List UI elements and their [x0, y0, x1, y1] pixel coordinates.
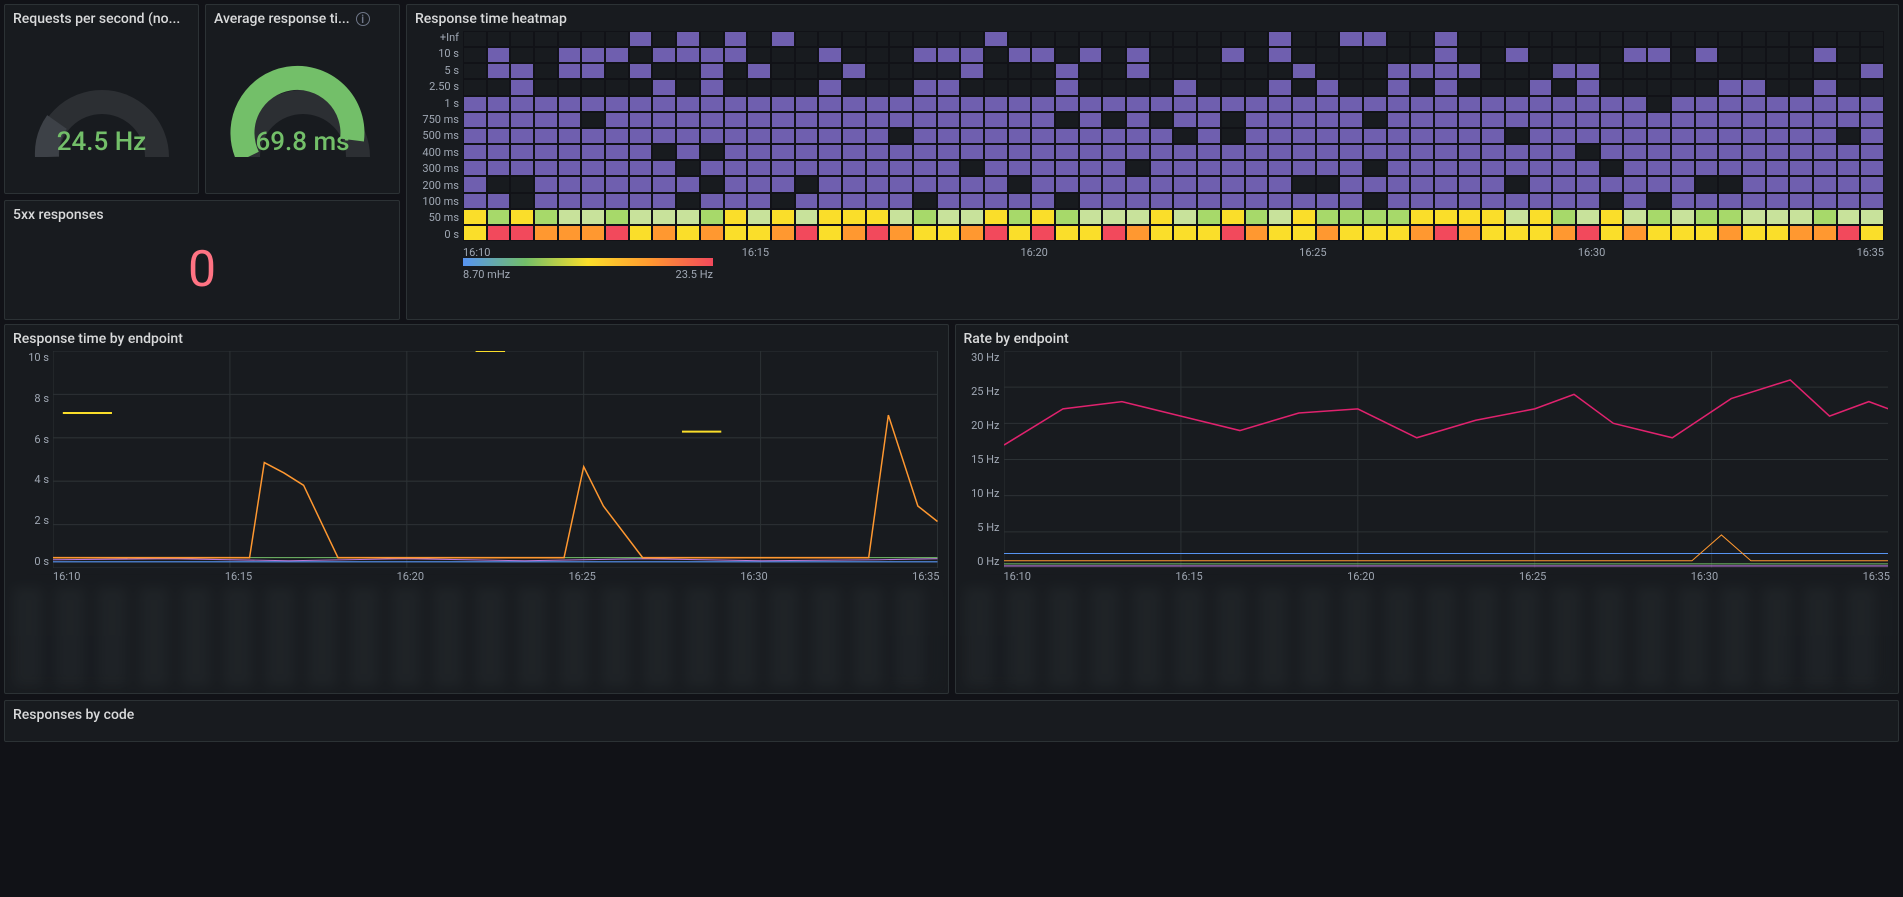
chart-legend-blurred — [964, 587, 1891, 687]
y-tick: 15 Hz — [964, 453, 1000, 466]
x-tick: 16:15 — [1175, 570, 1202, 583]
heatmap-y-tick: 1 s — [415, 97, 459, 110]
panel-response-time-heatmap[interactable]: Response time heatmap +Inf 10 s 5 s 2.50 s 1… — [406, 4, 1899, 320]
y-tick: 10 Hz — [964, 487, 1000, 500]
y-tick: 6 s — [13, 433, 49, 446]
panel-title: 5xx responses — [13, 207, 104, 223]
y-tick: 5 Hz — [964, 521, 1000, 534]
x-tick: 16:35 — [912, 570, 939, 583]
x-tick: 16:35 — [1863, 570, 1890, 583]
heatmap-y-tick: 100 ms — [415, 195, 459, 208]
heatmap-x-tick: 16:35 — [1857, 246, 1884, 259]
panel-title: Average response ti... — [214, 11, 350, 27]
legend-min: 8.70 mHz — [463, 268, 510, 281]
x-tick: 16:30 — [740, 570, 767, 583]
x-tick: 16:10 — [53, 570, 80, 583]
heatmap-x-tick: 16:15 — [742, 246, 769, 259]
gauge-rt-value: 69.8 ms — [228, 127, 378, 157]
heatmap-y-tick: 10 s — [415, 47, 459, 60]
panel-title: Requests per second (no... — [13, 11, 180, 27]
panel-responses-by-code[interactable]: Responses by code — [4, 700, 1899, 742]
heatmap-y-tick: 300 ms — [415, 162, 459, 175]
y-tick: 2 s — [13, 514, 49, 527]
chart-rate-by-endpoint: 30 Hz 25 Hz 20 Hz 15 Hz 10 Hz 5 Hz 0 Hz — [964, 351, 1891, 568]
heatmap-x-tick: 16:30 — [1578, 246, 1605, 259]
heatmap-x-tick: 16:25 — [1299, 246, 1326, 259]
heatmap-y-tick: 5 s — [415, 64, 459, 77]
x-tick: 16:25 — [568, 570, 595, 583]
heatmap-y-tick: 750 ms — [415, 113, 459, 126]
panel-title: Responses by code — [13, 707, 134, 723]
heatmap-chart: +Inf 10 s 5 s 2.50 s 1 s 750 ms 500 ms 400 ms 30… — [415, 31, 1890, 281]
info-icon[interactable]: i — [356, 12, 370, 26]
legend-max: 23.5 Hz — [676, 268, 713, 281]
heatmap-y-tick: 500 ms — [415, 129, 459, 142]
chart-legend-blurred — [13, 587, 940, 687]
x-tick: 16:20 — [1347, 570, 1374, 583]
y-tick: 8 s — [13, 392, 49, 405]
x-tick: 16:30 — [1691, 570, 1718, 583]
heatmap-x-tick: 16:20 — [1020, 246, 1047, 259]
panel-requests-per-second[interactable]: Requests per second (no... 24.5 Hz — [4, 4, 199, 194]
x-tick: 16:25 — [1519, 570, 1546, 583]
panel-5xx-responses[interactable]: 5xx responses 0 — [4, 200, 400, 320]
heatmap-y-tick: 2.50 s — [415, 80, 459, 93]
gauge-response-time: 69.8 ms — [228, 62, 378, 157]
heatmap-y-tick: 50 ms — [415, 211, 459, 224]
heatmap-y-tick: 0 s — [415, 228, 459, 241]
y-tick: 20 Hz — [964, 419, 1000, 432]
y-tick: 10 s — [13, 351, 49, 364]
x-tick: 16:15 — [225, 570, 252, 583]
panel-title: Response time heatmap — [415, 11, 567, 27]
heatmap-y-tick: 200 ms — [415, 179, 459, 192]
y-tick: 0 Hz — [964, 555, 1000, 568]
y-tick: 25 Hz — [964, 385, 1000, 398]
y-tick: 0 s — [13, 555, 49, 568]
panel-avg-response-time[interactable]: Average response ti... i 69.8 ms — [205, 4, 400, 194]
heatmap-y-tick: +Inf — [415, 31, 459, 44]
x-tick: 16:20 — [397, 570, 424, 583]
gauge-rps: 24.5 Hz — [27, 62, 177, 157]
x-tick: 16:10 — [1004, 570, 1031, 583]
chart-rt-by-endpoint: 10 s 8 s 6 s 4 s 2 s 0 s — [13, 351, 940, 568]
panel-title: Rate by endpoint — [964, 331, 1069, 347]
stat-5xx-value: 0 — [13, 227, 391, 313]
heatmap-color-legend: 8.70 mHz 23.5 Hz — [463, 258, 713, 281]
y-tick: 4 s — [13, 473, 49, 486]
heatmap-y-tick: 400 ms — [415, 146, 459, 159]
panel-title: Response time by endpoint — [13, 331, 183, 347]
gauge-rps-value: 24.5 Hz — [27, 127, 177, 157]
panel-response-time-by-endpoint[interactable]: Response time by endpoint 10 s 8 s 6 s 4 s 2… — [4, 324, 949, 694]
y-tick: 30 Hz — [964, 351, 1000, 364]
panel-rate-by-endpoint[interactable]: Rate by endpoint 30 Hz 25 Hz 20 Hz 15 Hz 10 … — [955, 324, 1900, 694]
